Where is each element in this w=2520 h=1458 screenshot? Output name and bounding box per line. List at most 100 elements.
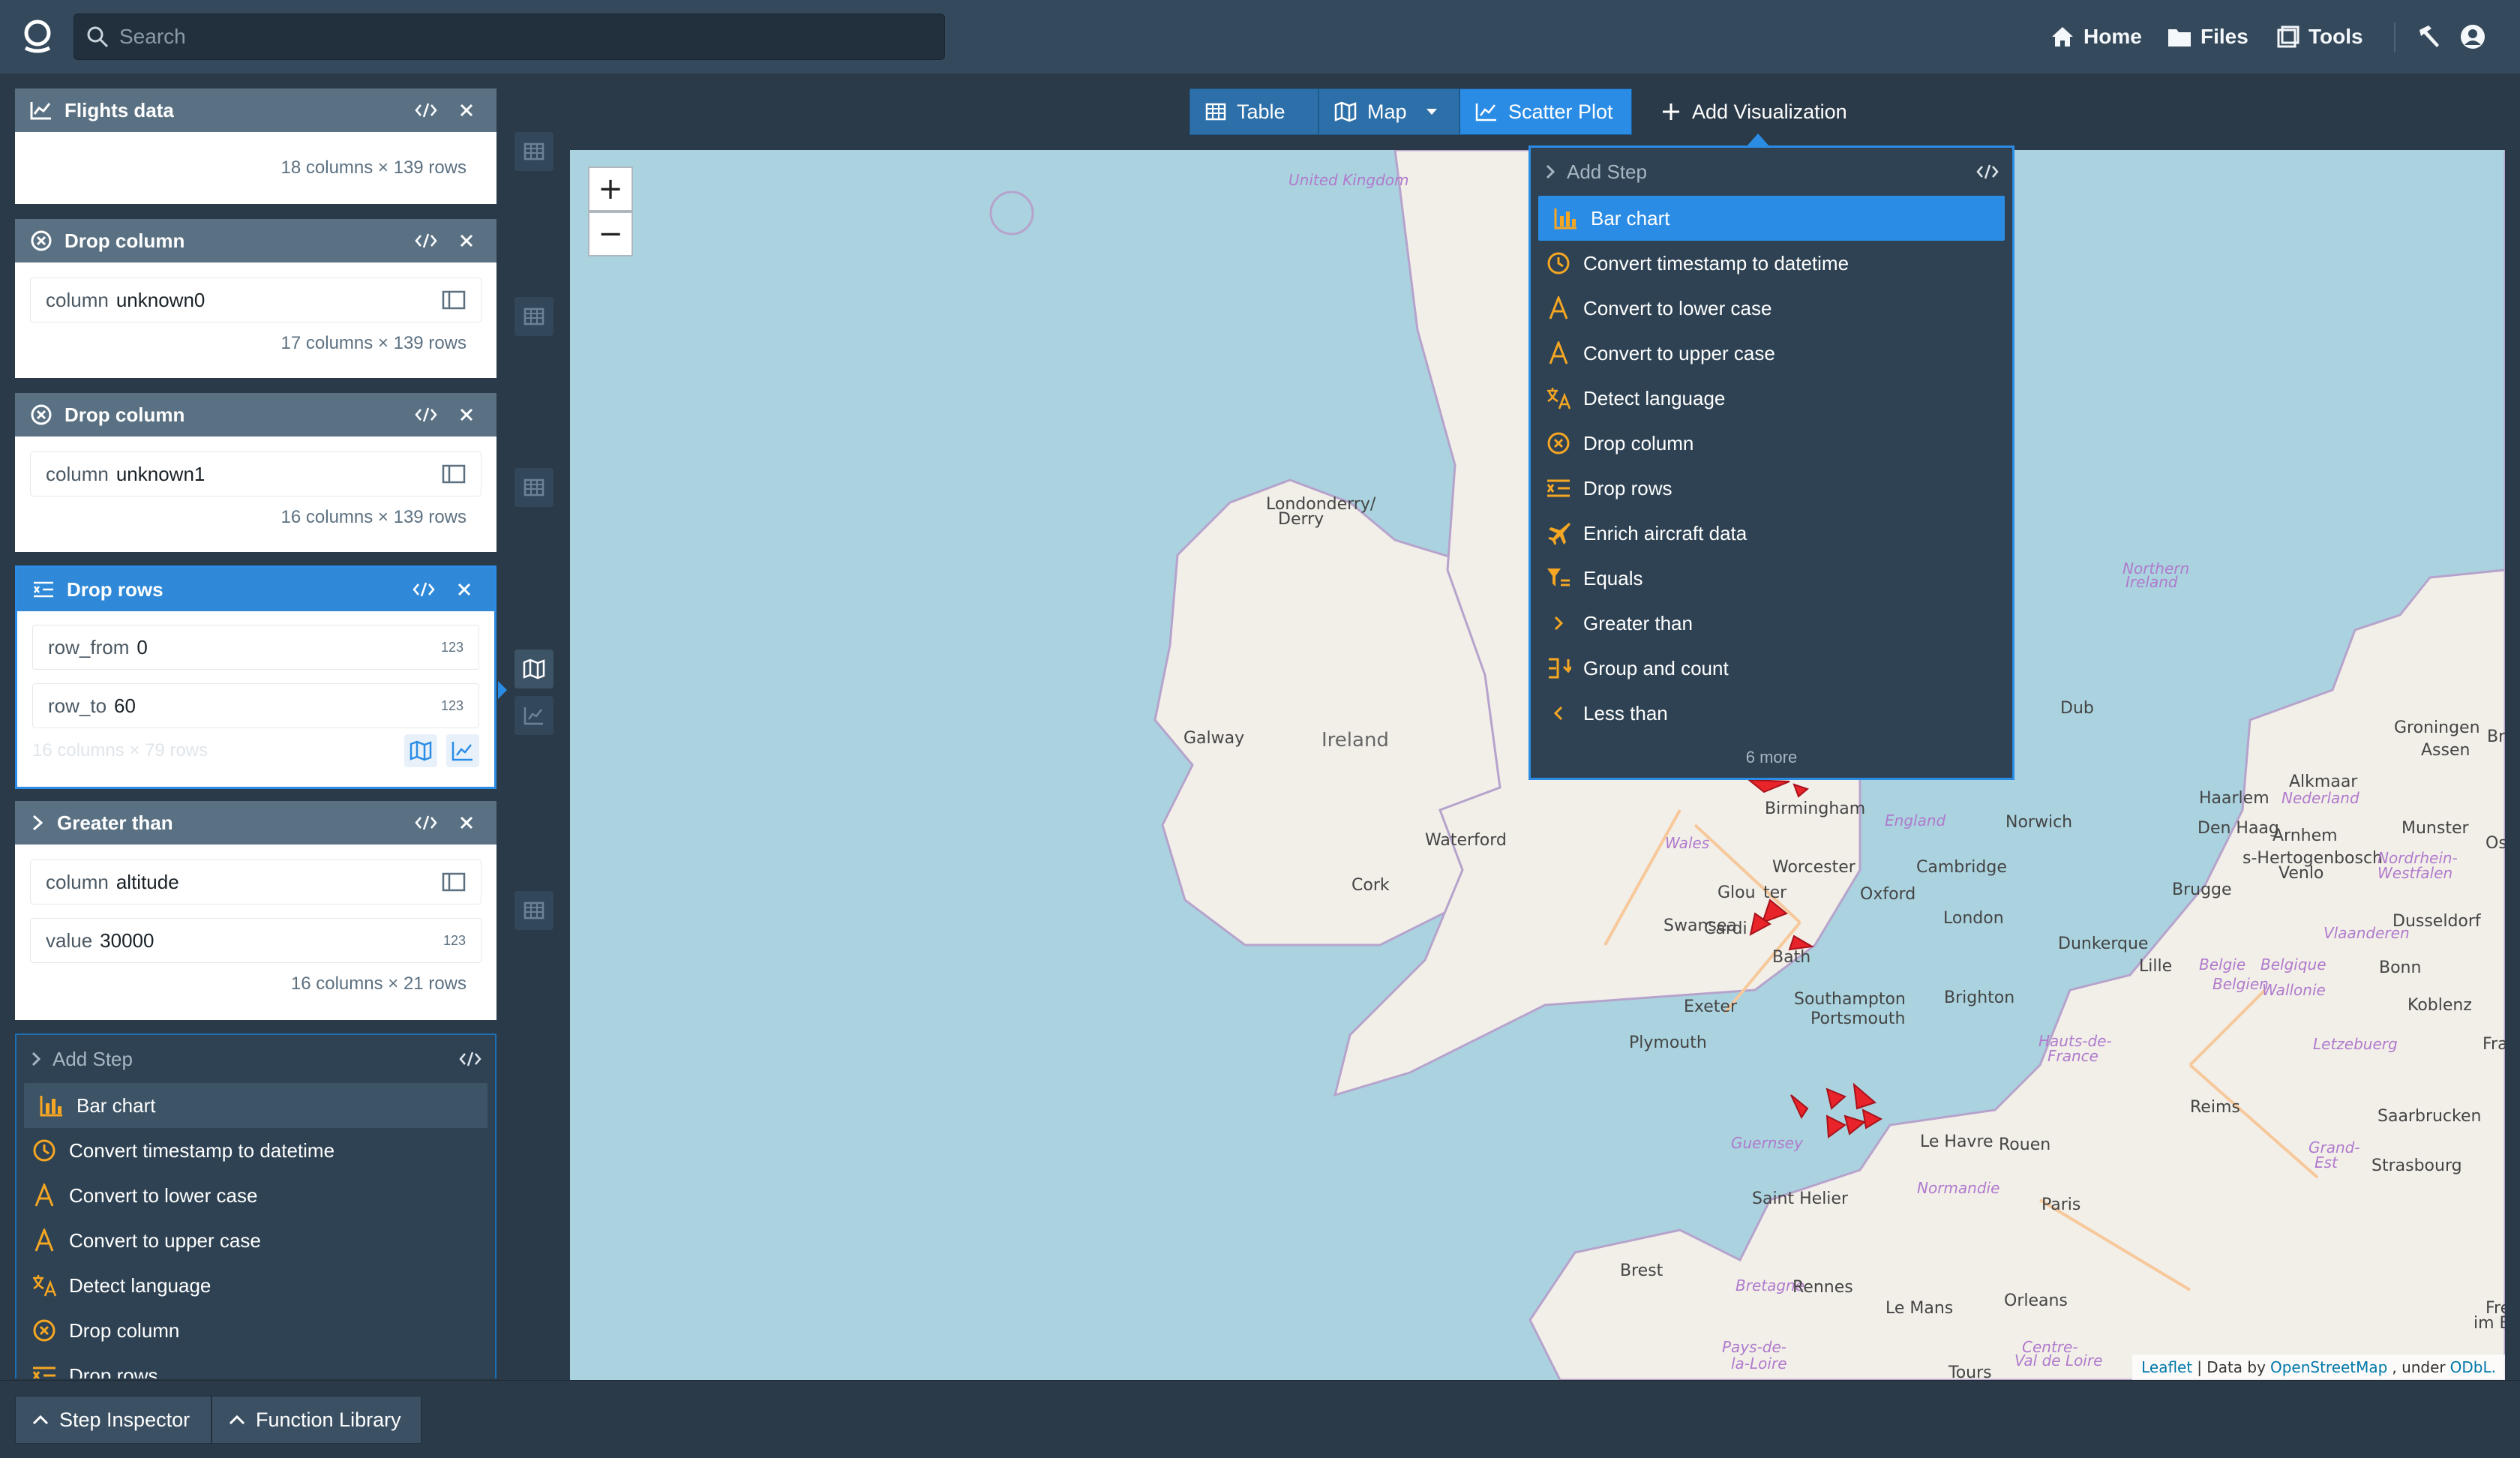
map-view-icon[interactable] — [404, 734, 437, 767]
rail-table-icon[interactable] — [514, 132, 554, 171]
map-place-label: London — [1943, 909, 2004, 928]
search-box[interactable] — [74, 14, 945, 60]
scatter-view-icon[interactable] — [446, 734, 479, 767]
scatter-plot-tab-button[interactable]: Scatter Plot — [1460, 88, 1632, 135]
column-picker-icon[interactable] — [442, 464, 466, 484]
step-card-drop-rows[interactable]: Drop rows row_from 0 123 row_to 60 123 1… — [15, 566, 496, 789]
menu-item-detect-language[interactable]: Detect language — [16, 1263, 495, 1308]
menu-item-label: Convert to lower case — [1583, 296, 1772, 320]
map-tab-label: Map — [1367, 100, 1407, 123]
drop-rows-footer: 16 columns × 79 rows — [17, 734, 494, 767]
bar-chart-icon — [1553, 206, 1579, 231]
column-picker-icon[interactable] — [442, 290, 466, 310]
code-icon[interactable] — [459, 1051, 482, 1067]
zoom-out-button[interactable]: − — [588, 212, 633, 256]
param-name: row_from — [48, 635, 130, 658]
menu-item-label: Bar chart — [1591, 206, 1670, 230]
map-place-label: Pays-de- — [1722, 1338, 1787, 1356]
menu-item-drop-column[interactable]: Drop column — [16, 1308, 495, 1353]
leaflet-link[interactable]: Leaflet — [2141, 1358, 2192, 1376]
menu-item-drop-column[interactable]: Drop column — [1531, 421, 2012, 466]
map-place-label: Dunkerque — [2058, 934, 2149, 953]
menu-item-convert-timestamp-to-datetime[interactable]: Convert timestamp to datetime — [16, 1128, 495, 1173]
menu-item-convert-to-lower-case[interactable]: Convert to lower case — [1531, 286, 2012, 331]
app-logo-icon[interactable] — [18, 16, 57, 56]
odbl-link[interactable]: ODbL. — [2450, 1358, 2496, 1376]
function-library-button[interactable]: Function Library — [212, 1396, 422, 1444]
map-icon — [1334, 101, 1357, 122]
rail-table-icon[interactable] — [514, 297, 554, 336]
add-step-header[interactable]: Add Step — [16, 1035, 495, 1083]
map-place-label: Ireland — [1322, 729, 1389, 752]
step-card-greater-than[interactable]: Greater than column altitude value 30000… — [15, 801, 496, 1020]
caret-down-icon[interactable] — [1425, 107, 1438, 116]
more-items-link[interactable]: 6 more — [1531, 748, 2012, 767]
step-card-drop-column-2[interactable]: Drop column column unknown1 16 columns ×… — [15, 393, 496, 552]
menu-item-convert-to-upper-case[interactable]: Convert to upper case — [16, 1218, 495, 1263]
menu-item-detect-language[interactable]: Detect language — [1531, 376, 2012, 421]
search-icon — [86, 26, 109, 48]
add-visualization-button[interactable]: Add Visualization — [1660, 88, 1847, 135]
map-place-label: Munster — [2402, 819, 2469, 838]
menu-item-drop-rows[interactable]: Drop rows — [1531, 466, 2012, 511]
nav-files-link[interactable]: Files — [2168, 20, 2248, 54]
map-tab-button[interactable]: Map — [1318, 88, 1460, 135]
close-icon[interactable] — [449, 574, 479, 604]
menu-item-convert-to-lower-case[interactable]: Convert to lower case — [16, 1173, 495, 1218]
column-param-field[interactable]: column altitude — [30, 860, 482, 904]
add-step-header[interactable]: Add Step — [1531, 148, 2012, 196]
column-param-field[interactable]: column unknown0 — [30, 278, 482, 322]
code-icon[interactable] — [411, 226, 441, 256]
chevron-up-icon — [32, 1414, 49, 1425]
menu-item-less-than[interactable]: Less than — [1531, 691, 2012, 736]
user-account-button[interactable] — [2460, 20, 2486, 54]
rail-table-icon[interactable] — [514, 891, 554, 930]
rail-map-icon[interactable] — [514, 650, 554, 688]
airplane-icon — [1546, 520, 1571, 546]
close-icon[interactable] — [452, 226, 482, 256]
step-inspector-button[interactable]: Step Inspector — [15, 1396, 212, 1444]
close-icon[interactable] — [452, 400, 482, 430]
map-place-label: Bath — [1772, 948, 1811, 967]
nav-home-link[interactable]: Home — [2050, 20, 2142, 54]
menu-item-bar-chart[interactable]: Bar chart — [24, 1083, 488, 1128]
column-picker-icon[interactable] — [442, 872, 466, 892]
table-tab-button[interactable]: Table — [1190, 88, 1318, 135]
row-from-field[interactable]: row_from 0 123 — [32, 625, 479, 670]
column-param-field[interactable]: column unknown1 — [30, 452, 482, 496]
menu-item-greater-than[interactable]: Greater than — [1531, 601, 2012, 646]
code-icon[interactable] — [1976, 164, 1999, 180]
table-tab-label: Table — [1237, 100, 1286, 123]
close-icon[interactable] — [452, 808, 482, 838]
zoom-in-button[interactable]: + — [588, 166, 633, 212]
value-param-field[interactable]: value 30000 123 — [30, 918, 482, 963]
code-icon[interactable] — [409, 574, 439, 604]
step-card-flights-data[interactable]: Flights data 18 columns × 139 rows — [15, 88, 496, 204]
menu-item-drop-rows[interactable]: Drop rows — [16, 1353, 495, 1378]
close-icon[interactable] — [452, 95, 482, 125]
openstreetmap-link[interactable]: OpenStreetMap — [2270, 1358, 2387, 1376]
rows-info: 16 columns × 79 rows — [32, 740, 208, 760]
circle-x-icon — [1546, 430, 1571, 456]
add-step-list: Bar chart Convert timestamp to datetime Co… — [16, 1083, 495, 1378]
map-place-label: Rouen — [1999, 1136, 2051, 1154]
rail-scatter-icon[interactable] — [514, 696, 554, 735]
search-input[interactable] — [119, 25, 929, 49]
menu-item-bar-chart[interactable]: Bar chart — [1538, 196, 2005, 241]
drop-rows-icon — [32, 1363, 57, 1378]
code-icon[interactable] — [411, 400, 441, 430]
menu-item-convert-timestamp-to-datetime[interactable]: Convert timestamp to datetime — [1531, 241, 2012, 286]
step-title: Flights data — [64, 98, 174, 122]
step-card-drop-column-1[interactable]: Drop column column unknown0 17 columns ×… — [15, 219, 496, 378]
map-place-label: Haarlem — [2199, 789, 2270, 808]
nav-tools-link[interactable]: Tools — [2277, 20, 2363, 54]
build-tools-button[interactable] — [2416, 20, 2442, 54]
rail-table-icon[interactable] — [514, 468, 554, 507]
code-icon[interactable] — [411, 95, 441, 125]
menu-item-convert-to-upper-case[interactable]: Convert to upper case — [1531, 331, 2012, 376]
code-icon[interactable] — [411, 808, 441, 838]
menu-item-group-and-count[interactable]: Group and count — [1531, 646, 2012, 691]
menu-item-equals[interactable]: Equals — [1531, 556, 2012, 601]
menu-item-enrich-aircraft-data[interactable]: Enrich aircraft data — [1531, 511, 2012, 556]
row-to-field[interactable]: row_to 60 123 — [32, 683, 479, 728]
